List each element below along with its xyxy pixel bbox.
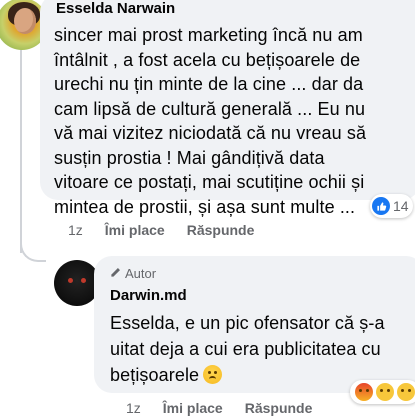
haha-reaction-icon <box>396 382 415 402</box>
comment-text-line: vitoare ce postați, mai scutiține ochii … <box>54 172 365 192</box>
reply-reply-button[interactable]: Răspunde <box>245 400 313 416</box>
reply-reactions-summary[interactable] <box>350 380 415 404</box>
thread-connector-curve <box>20 226 46 262</box>
author-badge: Autor <box>110 266 156 281</box>
comment-text-line: urechi nu țin minte de la cine ... dar d… <box>54 74 364 94</box>
comment-text-line: mintea de prostii, și așa sunt multe ... <box>54 196 356 217</box>
reply-text: Esselda, e un pic ofensator că ș-a uitat… <box>110 310 410 388</box>
reply-like-button[interactable]: Îmi place <box>163 400 223 416</box>
reply-timestamp[interactable]: 1z <box>126 400 141 416</box>
comment-reaction-count: 14 <box>393 198 409 214</box>
reply-actions: 1z Îmi place Răspunde <box>126 400 312 416</box>
comment-text: sincer mai prost marketing încă nu am în… <box>54 23 414 219</box>
comment-text-line: susțin prostia ! Mai gândițivă data <box>54 147 325 168</box>
reply-text-line: uitat deja a cui era publicitatea cu <box>110 339 381 359</box>
sad-face-emoji <box>203 365 223 384</box>
reply-text-line: Esselda, e un pic ofensator că ș-a <box>110 313 385 333</box>
comment-author-name[interactable]: Esselda Narwain <box>56 0 175 17</box>
pencil-icon <box>110 266 121 281</box>
like-button[interactable]: Îmi place <box>105 222 165 238</box>
comment-actions: 1z Îmi place Răspunde <box>68 222 254 238</box>
comment-text-line: vă mai vizitez niciodată că nu vreau să <box>54 123 367 143</box>
author-badge-label: Autor <box>125 266 157 281</box>
angry-reaction-icon <box>354 382 374 402</box>
comment-text-line: întâlnit , a fost acela cu bețișoarele d… <box>54 49 361 70</box>
reply-button[interactable]: Răspunde <box>187 222 255 238</box>
comment-text-line: sincer mai prost marketing încă nu am <box>54 25 363 45</box>
reply-author-name[interactable]: Darwin.md <box>110 287 187 304</box>
thread-connector-line <box>20 48 22 253</box>
comment-text-line: cam lipsă de cultură generală ... Eu nu <box>54 98 366 119</box>
sad-reaction-icon <box>375 382 395 402</box>
reply-text-last: bețișoarele <box>110 365 200 385</box>
thumbs-up-icon <box>372 197 390 215</box>
comment-timestamp[interactable]: 1z <box>68 222 83 238</box>
comment-reactions-summary[interactable]: 14 <box>370 194 413 218</box>
